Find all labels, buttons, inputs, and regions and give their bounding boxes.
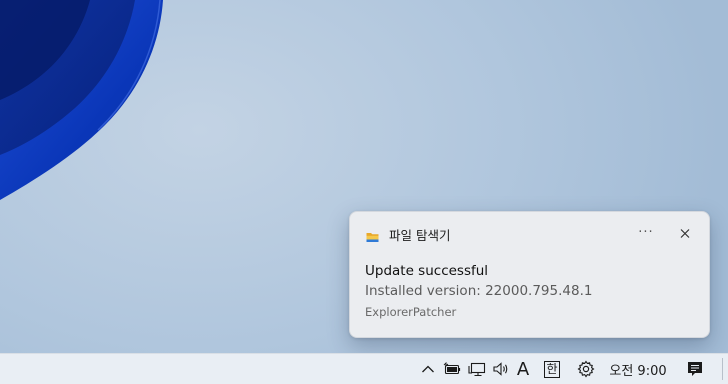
taskbar: A 한 오전 9:00 [0, 353, 728, 384]
toast-body: Installed version: 22000.795.48.1 [365, 283, 593, 299]
ime-mode-label: 한 [544, 360, 560, 378]
show-desktop-divider [722, 358, 723, 380]
toast-title: Update successful [365, 263, 489, 279]
clock[interactable]: 오전 9:00 [608, 354, 668, 384]
toast-notification[interactable]: 파일 탐색기 ··· Update successful Installed v… [349, 211, 710, 338]
close-button[interactable] [672, 222, 698, 246]
folder-icon [366, 228, 379, 242]
ime-mode-button[interactable]: 한 [542, 354, 562, 384]
gear-icon[interactable] [575, 354, 597, 384]
close-icon [680, 229, 690, 238]
speaker-icon[interactable] [490, 354, 512, 384]
chevron-up-icon[interactable] [419, 354, 437, 384]
toast-app-name: 파일 탐색기 [389, 228, 451, 243]
input-indicator[interactable]: A [513, 354, 533, 384]
network-icon[interactable] [466, 354, 488, 384]
more-options-button[interactable]: ··· [632, 222, 660, 246]
battery-icon[interactable] [441, 354, 463, 384]
toast-attribution: ExplorerPatcher [365, 305, 457, 319]
notification-icon[interactable] [683, 354, 707, 384]
